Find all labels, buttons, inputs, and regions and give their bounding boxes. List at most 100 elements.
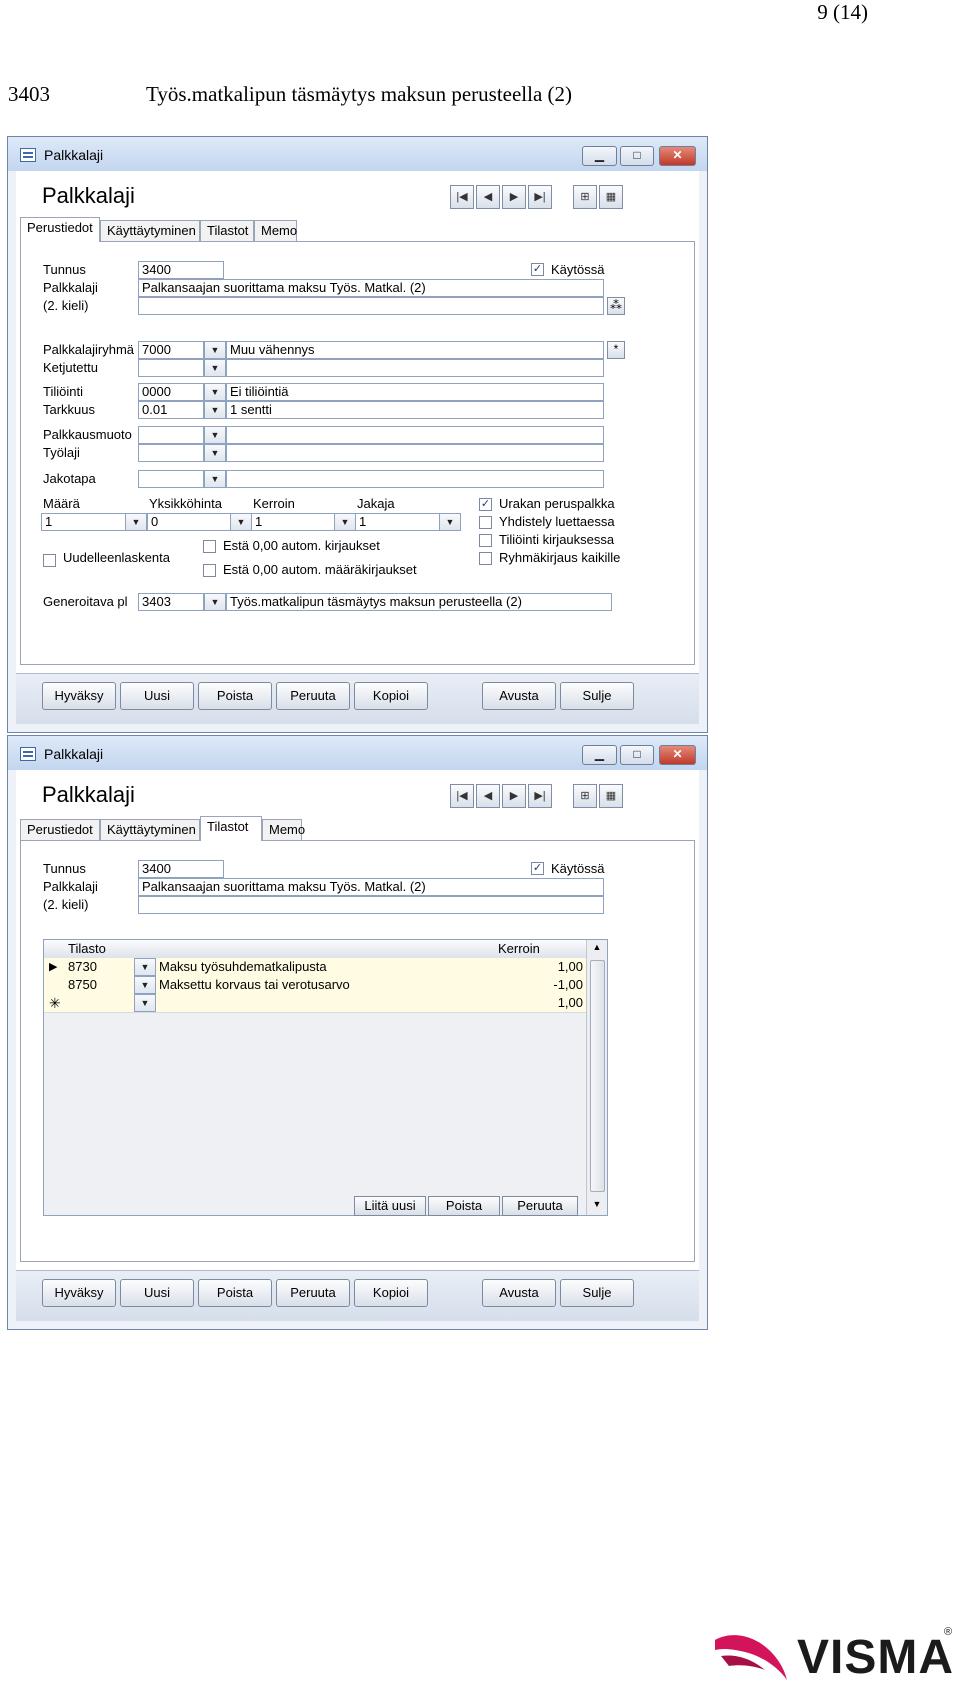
table-row[interactable]: ▶ 8730 ▼ Maksu työsuhdematkalipusta 1,00 [44,958,587,977]
row-kerroin[interactable]: -1,00 [553,976,583,994]
tarkkuus-dropdown-icon[interactable]: ▼ [204,401,226,419]
tarkkuus-code-field[interactable]: 0.01 [138,401,204,419]
tab-perustiedot[interactable]: Perustiedot [20,217,100,242]
palkkausmuoto-code-field[interactable] [138,426,204,444]
scroll-up-icon[interactable]: ▲ [587,942,607,952]
kaytossa-checkbox[interactable]: ✓ [531,862,544,875]
yksikkohinta-field[interactable]: 0 [147,513,231,531]
close-icon[interactable]: ✕ [659,146,696,166]
last-record-icon[interactable]: ▶| [528,784,552,808]
uusi-button[interactable]: Uusi [120,1279,194,1307]
close-icon[interactable]: ✕ [659,745,696,765]
first-record-icon[interactable]: |◀ [450,185,474,209]
tunnus-field[interactable]: 3400 [138,860,224,878]
first-record-icon[interactable]: |◀ [450,784,474,808]
minimize-icon[interactable]: ▁ [582,146,617,166]
kerroin-field[interactable]: 1 [251,513,335,531]
row-dropdown-icon[interactable]: ▼ [134,994,156,1012]
binoculars-icon[interactable]: ⊞ [573,185,597,209]
grid-peruuta-button[interactable]: Peruuta [502,1196,578,1216]
yhdistely-checkbox[interactable] [479,516,492,529]
uusi-button[interactable]: Uusi [120,682,194,710]
row-code[interactable]: 8730 [68,958,97,976]
tab-memo[interactable]: Memo [254,220,297,241]
kopioi-button[interactable]: Kopioi [354,682,428,710]
row-kerroin[interactable]: 1,00 [558,958,583,976]
tab-kayttaytyminen[interactable]: Käyttäytyminen [100,220,200,241]
peruuta-button[interactable]: Peruuta [276,682,350,710]
binoculars-icon[interactable]: ⊞ [573,784,597,808]
poista-button[interactable]: Poista [198,1279,272,1307]
ryhma-code-field[interactable]: 7000 [138,341,204,359]
ketjutettu-code-field[interactable] [138,359,204,377]
tyolaji-dropdown-icon[interactable]: ▼ [204,444,226,462]
zoom-icon[interactable]: ⁂ [607,297,625,315]
liita-uusi-button[interactable]: Liitä uusi [354,1196,426,1216]
palkkalaji-field[interactable]: Palkansaajan suorittama maksu Työs. Matk… [138,878,604,896]
row-dropdown-icon[interactable]: ▼ [134,958,156,976]
generoitava-code-field[interactable]: 3403 [138,593,204,611]
ketjutettu-dropdown-icon[interactable]: ▼ [204,359,226,377]
peruuta-button[interactable]: Peruuta [276,1279,350,1307]
tab-perustiedot[interactable]: Perustiedot [20,819,100,840]
tiliointi-code-field[interactable]: 0000 [138,383,204,401]
grid-poista-button[interactable]: Poista [428,1196,500,1216]
row-name: Maksettu korvaus tai verotusarvo [159,977,350,992]
jakotapa-code-field[interactable] [138,470,204,488]
scroll-down-icon[interactable]: ▼ [587,1199,607,1209]
tiliointi-kirjauksessa-checkbox[interactable] [479,534,492,547]
next-record-icon[interactable]: ▶ [502,185,526,209]
kerroin-dropdown-icon[interactable]: ▼ [334,513,356,531]
row-code[interactable]: 8750 [68,976,97,994]
tab-tilastot[interactable]: Tilastot [200,816,262,841]
tab-tilastot[interactable]: Tilastot [200,220,254,241]
table-row[interactable]: 8750 ▼ Maksettu korvaus tai verotusarvo … [44,976,587,995]
tab-kayttaytyminen[interactable]: Käyttäytyminen [100,819,200,840]
avusta-button[interactable]: Avusta [482,682,556,710]
minimize-icon[interactable]: ▁ [582,745,617,765]
generoitava-dropdown-icon[interactable]: ▼ [204,593,226,611]
scroll-thumb[interactable] [590,960,605,1192]
kieli-field[interactable] [138,297,604,315]
row-dropdown-icon[interactable]: ▼ [134,976,156,994]
table-row[interactable]: ✳ ▼ 1,00 [44,994,587,1013]
last-record-icon[interactable]: ▶| [528,185,552,209]
yksikkohinta-dropdown-icon[interactable]: ▼ [230,513,252,531]
next-record-icon[interactable]: ▶ [502,784,526,808]
jakaja-dropdown-icon[interactable]: ▼ [439,513,461,531]
kieli-field[interactable] [138,896,604,914]
table-icon[interactable]: ▦ [599,185,623,209]
avusta-button[interactable]: Avusta [482,1279,556,1307]
palkkausmuoto-dropdown-icon[interactable]: ▼ [204,426,226,444]
sulje-button[interactable]: Sulje [560,682,634,710]
esta1-checkbox[interactable] [203,540,216,553]
jakotapa-dropdown-icon[interactable]: ▼ [204,470,226,488]
row-kerroin[interactable]: 1,00 [558,994,583,1012]
tiliointi-dropdown-icon[interactable]: ▼ [204,383,226,401]
prev-record-icon[interactable]: ◀ [476,784,500,808]
vertical-scrollbar[interactable]: ▲ ▼ [586,940,607,1215]
hyvaksy-button[interactable]: Hyväksy [42,1279,116,1307]
maximize-icon[interactable]: □ [620,146,654,166]
maara-dropdown-icon[interactable]: ▼ [125,513,147,531]
kaytossa-checkbox[interactable]: ✓ [531,263,544,276]
poista-button[interactable]: Poista [198,682,272,710]
prev-record-icon[interactable]: ◀ [476,185,500,209]
asterisk-icon[interactable]: * [607,341,625,359]
palkkalaji-field[interactable]: Palkansaajan suorittama maksu Työs. Matk… [138,279,604,297]
tunnus-field[interactable]: 3400 [138,261,224,279]
esta2-checkbox[interactable] [203,564,216,577]
tab-memo[interactable]: Memo [262,819,305,840]
urakan-checkbox[interactable]: ✓ [479,498,492,511]
ryhma-dropdown-icon[interactable]: ▼ [204,341,226,359]
maara-field[interactable]: 1 [41,513,126,531]
uudelleenlaskenta-checkbox[interactable] [43,554,56,567]
ryhmakirjaus-checkbox[interactable] [479,552,492,565]
tyolaji-code-field[interactable] [138,444,204,462]
maximize-icon[interactable]: □ [620,745,654,765]
hyvaksy-button[interactable]: Hyväksy [42,682,116,710]
table-icon[interactable]: ▦ [599,784,623,808]
kopioi-button[interactable]: Kopioi [354,1279,428,1307]
jakaja-field[interactable]: 1 [355,513,440,531]
sulje-button[interactable]: Sulje [560,1279,634,1307]
